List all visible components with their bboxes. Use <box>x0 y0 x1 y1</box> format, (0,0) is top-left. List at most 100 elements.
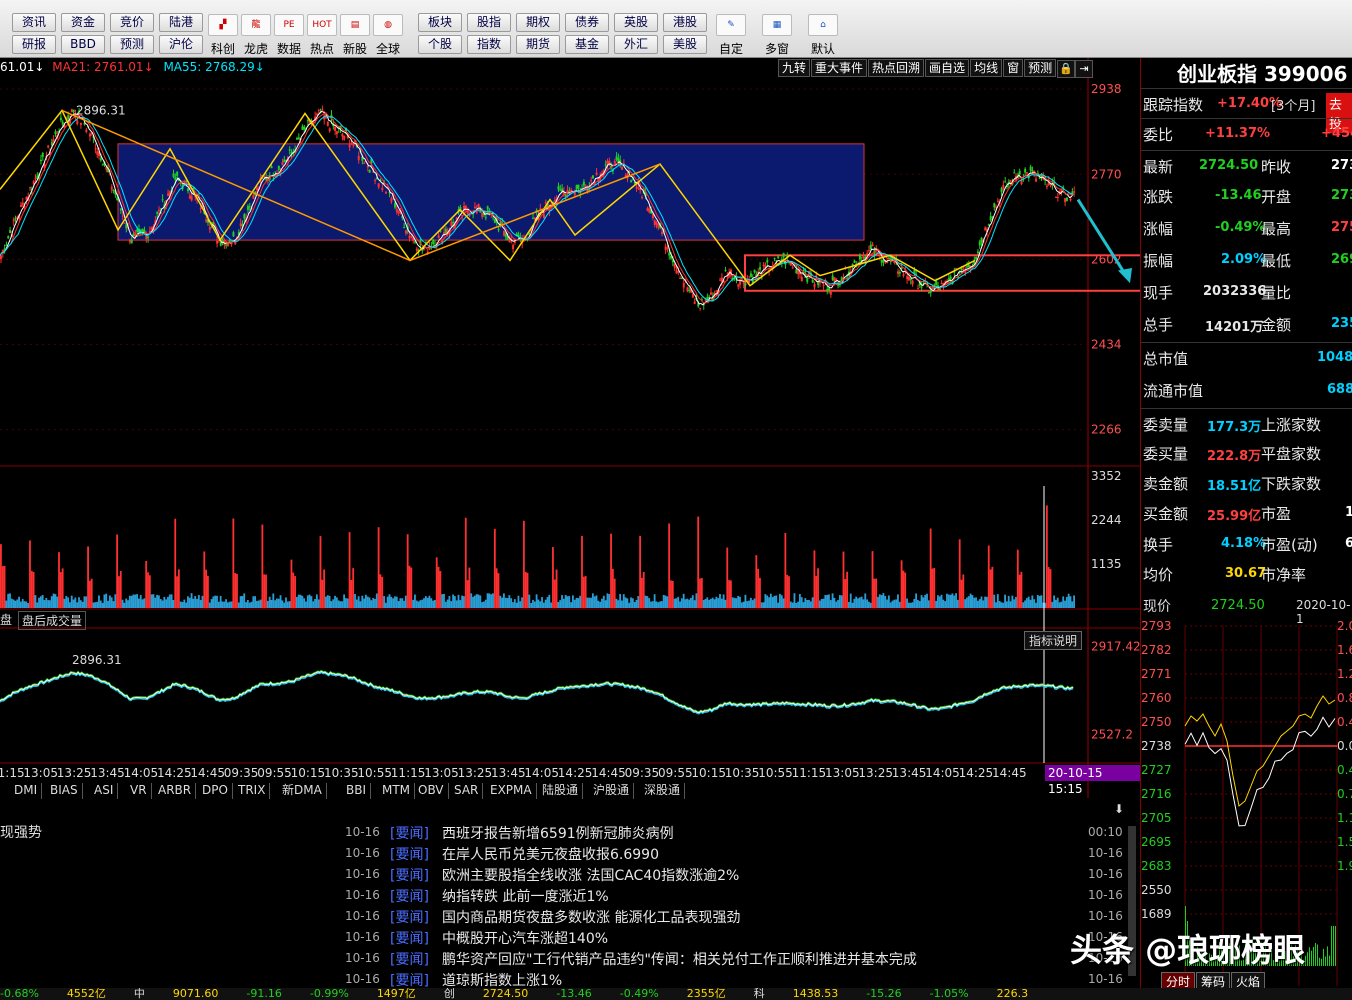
hot-icon[interactable]: HOT <box>307 14 337 36</box>
new-stock-icon[interactable]: ▤ <box>340 14 370 36</box>
news-item[interactable]: 10-16 [要闻] 西班牙报告新增6591例新冠肺炎病例 00:10 <box>0 822 1140 843</box>
toolbar-button[interactable]: 股指 <box>467 13 511 32</box>
news-tag[interactable]: [要闻] <box>390 907 429 927</box>
news-tag[interactable]: [要闻] <box>390 865 429 885</box>
toolbar-button[interactable]: 英股 <box>614 13 658 32</box>
chart-tool-button[interactable]: 重大事件 <box>811 59 868 77</box>
toolbar-button[interactable]: 陆港 <box>159 13 203 32</box>
indicator-tab[interactable]: TRIX <box>234 783 271 799</box>
candle-body <box>871 244 874 247</box>
data-icon[interactable]: PE <box>274 14 304 36</box>
indicator-tab[interactable]: DMI <box>10 783 43 799</box>
chart-tool-button[interactable]: 窗 <box>1003 59 1024 77</box>
candle-body <box>949 276 952 279</box>
news-tag[interactable]: [要闻] <box>390 970 429 990</box>
news-item[interactable]: 10-16 [要闻] 欧洲主要股指全线收涨 法国CAC40指数涨逾2% 10-1… <box>0 864 1140 885</box>
indicator-tab[interactable]: ARBR <box>154 783 197 799</box>
toolbar-button[interactable]: BBD <box>61 35 105 54</box>
indicator-tab[interactable]: VR <box>126 783 152 799</box>
indicator-tab[interactable]: BBI <box>342 783 372 799</box>
volume-bar <box>45 598 48 608</box>
news-title[interactable]: 西班牙报告新增6591例新冠肺炎病例 <box>442 823 674 843</box>
toolbar-button[interactable]: 沪伦 <box>159 35 203 54</box>
fullscreen-icon[interactable]: ⇥ <box>1075 60 1094 78</box>
toolbar-button[interactable]: 指数 <box>467 35 511 54</box>
toolbar-button[interactable]: 板块 <box>418 13 462 32</box>
toolbar-button[interactable]: 资金 <box>61 13 105 32</box>
news-title[interactable]: 国内商品期货夜盘多数收涨 能源化工品表现强劲 <box>442 907 740 927</box>
news-tag[interactable]: [要闻] <box>390 823 429 843</box>
volume-bar <box>550 602 553 608</box>
toolbar-button[interactable]: 期货 <box>516 35 560 54</box>
indicator-tab[interactable]: ASI <box>90 783 119 799</box>
toolbar-button[interactable]: 港股 <box>663 13 707 32</box>
lock-icon[interactable]: 🔒 <box>1057 60 1076 78</box>
chart-tool-button[interactable]: 九转 <box>778 59 811 77</box>
volume-bar <box>548 594 551 608</box>
toolbar-button[interactable]: 预测 <box>110 35 154 54</box>
track-period[interactable]: [3个月] <box>1271 95 1315 114</box>
news-tag[interactable]: [要闻] <box>390 928 429 948</box>
news-item[interactable]: 10-16 [要闻] 纳指转跌 此前一度涨近1% 10-16 <box>0 885 1140 906</box>
volume-bar <box>824 595 827 608</box>
news-item[interactable]: 10-16 [要闻] 道琼斯指数上涨1% 10-16 <box>0 969 1140 990</box>
indicator-tab[interactable]: MTM <box>378 783 416 799</box>
chart-tool-button[interactable]: 均线 <box>970 59 1003 77</box>
news-item[interactable]: 10-16 [要闻] 在岸人民币兑美元夜盘收报6.6990 10-16 <box>0 843 1140 864</box>
volume-bar <box>735 598 738 608</box>
toolbar-button[interactable]: 债券 <box>565 13 609 32</box>
news-item[interactable]: 10-16 [要闻] 中概股开心汽车涨超140% 10-16 <box>0 927 1140 948</box>
news-title[interactable]: 纳指转跌 此前一度涨近1% <box>442 886 609 906</box>
indicator-tab[interactable]: 新DMA <box>278 783 327 799</box>
toolbar-button[interactable]: 资讯 <box>12 13 56 32</box>
chart-tool-button[interactable]: 热点回溯 <box>868 59 925 77</box>
news-tag[interactable]: [要闻] <box>390 886 429 906</box>
indicator-tab[interactable]: DPO <box>198 783 233 799</box>
toolbar-button[interactable]: 外汇 <box>614 35 658 54</box>
chart-tool-button[interactable]: 预测 <box>1024 59 1057 77</box>
after-hours-tab[interactable]: 盘后成交量 <box>18 611 87 630</box>
custom-icon[interactable]: ✎ <box>716 14 746 36</box>
price-chart[interactable]: 293827702602243422662896.313352224411352… <box>0 58 1311 798</box>
news-tag[interactable]: [要闻] <box>390 844 429 864</box>
indicator-tab[interactable]: 陆股通 <box>538 783 584 799</box>
indicator-tab[interactable]: BIAS <box>46 783 83 799</box>
multi-window-icon[interactable]: ▦ <box>762 14 792 36</box>
toolbar-button[interactable]: 期权 <box>516 13 560 32</box>
toolbar-button[interactable]: 个股 <box>418 35 462 54</box>
star-board-icon[interactable]: ▞ <box>208 14 238 36</box>
news-title[interactable]: 道琼斯指数上涨1% <box>442 970 562 990</box>
volume-bar <box>261 524 264 608</box>
volume-bar <box>459 600 462 608</box>
news-title[interactable]: 中概股开心汽车涨超140% <box>442 928 608 948</box>
chart-area[interactable]: 2938 2770 2602 2434 2266 2896.31 3352 2244 1135 2… <box>0 58 1311 798</box>
news-title[interactable]: 在岸人民币兑美元夜盘收报6.6990 <box>442 844 659 864</box>
volume-bar <box>190 593 193 608</box>
globe-icon[interactable]: ◍ <box>373 14 403 36</box>
news-title[interactable]: 鹏华资产回应"工行代销产品违约"传闻：相关兑付工作正顺利推进并基本完成 <box>442 949 917 969</box>
volume-bar <box>789 601 792 608</box>
candle-body <box>394 203 397 208</box>
toolbar-button[interactable]: 美股 <box>663 35 707 54</box>
home-icon[interactable]: ⌂ <box>808 14 838 36</box>
download-icon[interactable]: ⬇ <box>1114 802 1128 816</box>
indicator-help-button[interactable]: 指标说明 <box>1024 631 1083 650</box>
tot-label: 总手 <box>1143 316 1174 334</box>
indicator-tab[interactable]: 沪股通 <box>589 783 635 799</box>
indicator-tab[interactable]: SAR <box>450 783 484 799</box>
volume-bars <box>0 505 1075 608</box>
indicator-tab[interactable]: OBV <box>414 783 449 799</box>
toolbar-button[interactable]: 研报 <box>12 35 56 54</box>
indicator-tab[interactable]: EXPMA <box>486 783 537 799</box>
pb-label: 市净率 <box>1261 566 1307 584</box>
news-tag[interactable]: [要闻] <box>390 949 429 969</box>
toolbar-button[interactable]: 竞价 <box>110 13 154 32</box>
indicator-tab[interactable]: 深股通 <box>640 783 686 799</box>
chart-tool-button[interactable]: 画自选 <box>925 59 970 77</box>
toolbar-button[interactable]: 基金 <box>565 35 609 54</box>
volume-bar <box>154 597 157 608</box>
news-item[interactable]: 10-16 [要闻] 国内商品期货夜盘多数收涨 能源化工品表现强劲 10-16 <box>0 906 1140 927</box>
news-item[interactable]: 10-16 [要闻] 鹏华资产回应"工行代销产品违约"传闻：相关兑付工作正顺利推… <box>0 948 1140 969</box>
dragon-tiger-icon[interactable]: 龍 <box>241 14 271 36</box>
news-title[interactable]: 欧洲主要股指全线收涨 法国CAC40指数涨逾2% <box>442 865 739 885</box>
